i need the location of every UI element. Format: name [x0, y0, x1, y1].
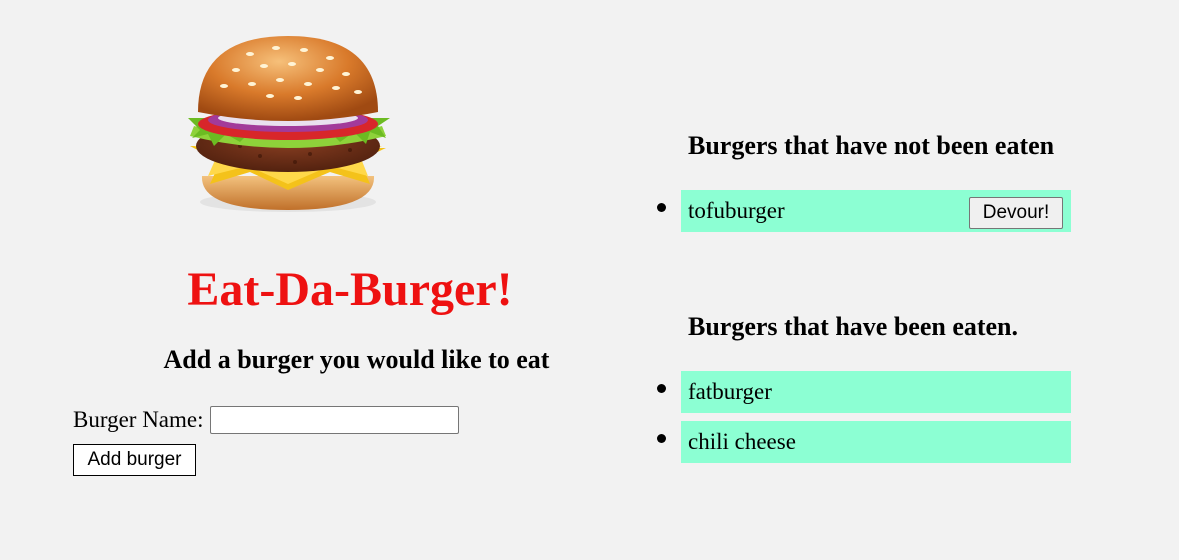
list-item: chili cheese: [657, 421, 1071, 463]
burger-name: tofuburger: [688, 198, 785, 223]
hamburger-icon: [180, 34, 396, 216]
bullet-icon: [657, 203, 666, 212]
devour-button[interactable]: Devour!: [969, 197, 1063, 229]
eaten-list: fatburger chili cheese: [657, 371, 1071, 471]
burger-name: fatburger: [688, 379, 772, 404]
burger-form: Burger Name:: [73, 404, 459, 436]
bullet-icon: [657, 384, 666, 393]
burger-name-label: Burger Name:: [73, 407, 204, 432]
burger-name-input[interactable]: [209, 406, 459, 434]
list-item: tofuburger Devour!: [657, 190, 1071, 232]
page: Eat-Da-Burger! Add a burger you would li…: [0, 0, 1179, 560]
list-item: fatburger: [657, 371, 1071, 413]
bullet-icon: [657, 434, 666, 443]
uneaten-heading: Burgers that have not been eaten: [688, 131, 1055, 160]
uneaten-list: tofuburger Devour!: [657, 190, 1071, 240]
page-title: Eat-Da-Burger!: [187, 263, 513, 316]
form-heading: Add a burger you would like to eat: [163, 345, 550, 374]
eaten-heading: Burgers that have been eaten.: [688, 312, 1019, 341]
burger-name: chili cheese: [688, 429, 796, 454]
add-burger-button[interactable]: Add burger: [73, 444, 196, 476]
